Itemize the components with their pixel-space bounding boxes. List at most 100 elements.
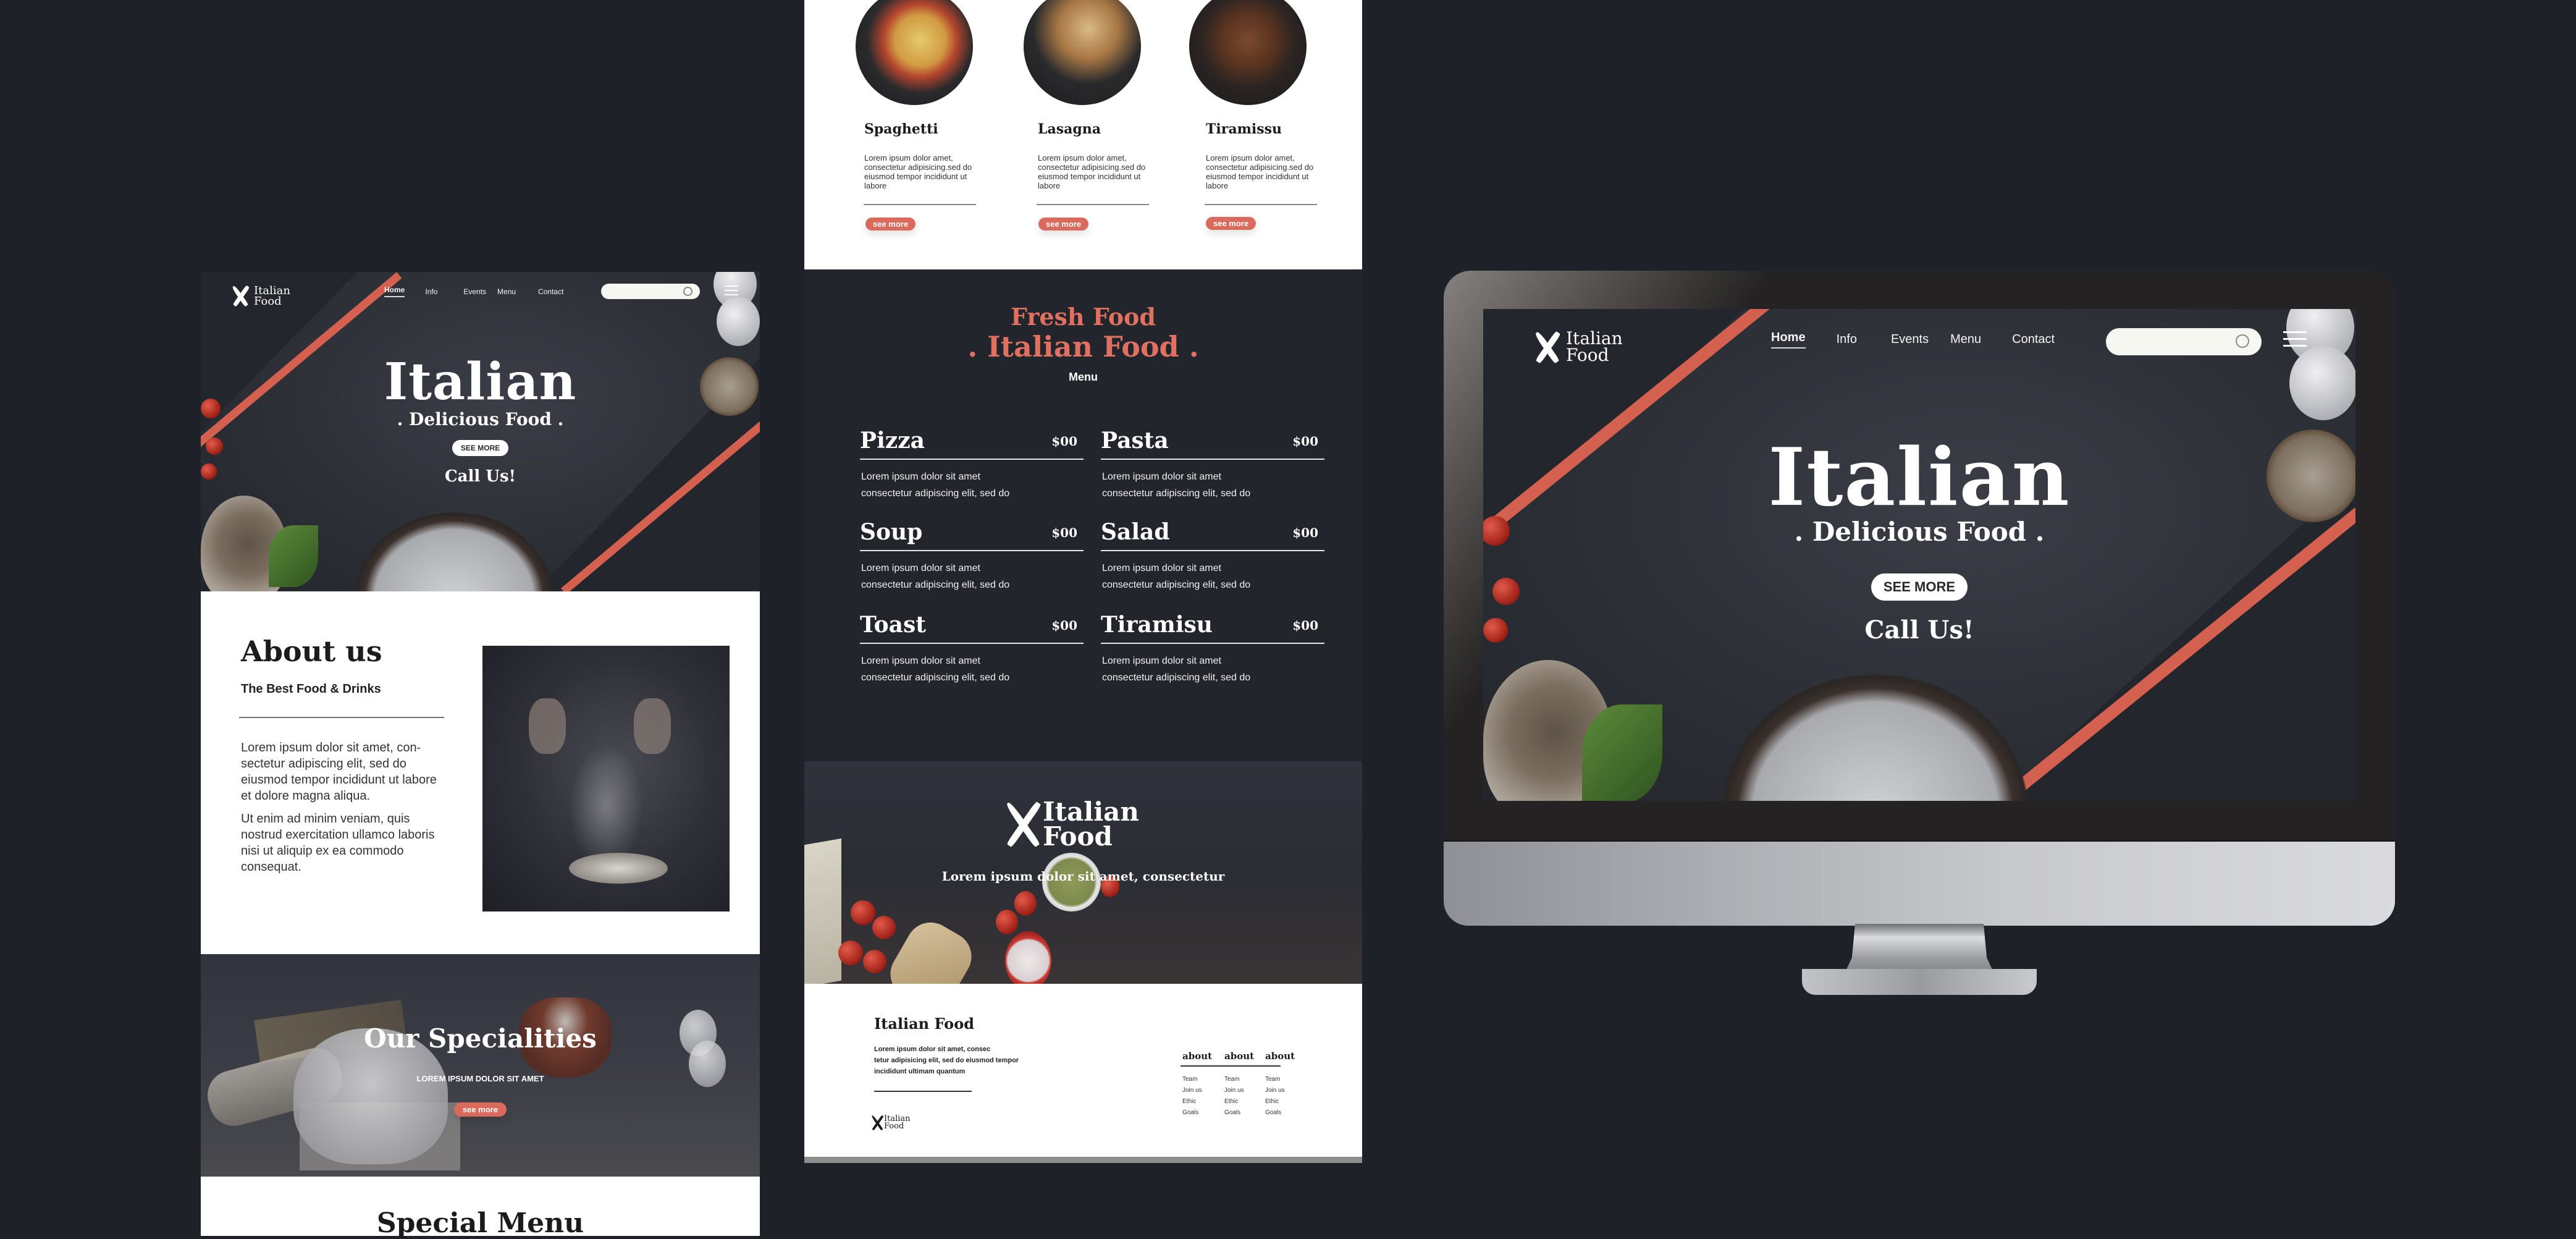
call-us-link[interactable]: Call Us! [201,467,760,486]
bread-image [881,913,981,984]
footer-link-ethic[interactable]: Ethic [1224,1096,1268,1107]
desc-line: Lorem ipsum dolor sit amet [861,471,980,482]
knife-fork-icon [1531,329,1564,365]
specialities-title: Our Specialities [364,1023,597,1054]
nav-item-menu[interactable]: Menu [1950,332,1981,347]
footer-link-join-us[interactable]: Join us [1265,1085,1308,1096]
footer-link-goals[interactable]: Goals [1224,1107,1268,1118]
menu-item-desc: Lorem ipsum dolor sit amet consectetur ad… [861,468,1009,502]
nav-item-info[interactable]: Info [425,287,437,296]
hamburger-menu-icon[interactable] [725,285,738,295]
dishes-section: Spaghetti Lasagna Tiramissu Lorem ipsum … [804,0,1362,269]
nav-item-contact[interactable]: Contact [2012,332,2055,347]
desc-line: Lorem ipsum dolor sit amet [1102,656,1221,666]
footer-link-team[interactable]: Team [1224,1074,1268,1085]
specialities-see-more-button[interactable]: see more [453,1102,507,1117]
tiramissu-image [1189,0,1307,105]
footer-logo[interactable]: Italian Food [871,1114,911,1131]
footer-link-join-us[interactable]: Join us [1182,1085,1226,1096]
footer-link-ethic[interactable]: Ethic [1182,1096,1226,1107]
dish-description: Lorem ipsum dolor amet, consectetur adip… [1038,153,1146,190]
nav-item-home[interactable]: Home [1771,331,1806,349]
footer-link-ethic[interactable]: Ethic [1265,1096,1308,1107]
menu-item-price: $00 [1292,525,1318,540]
main-nav: Home Info Events Menu Contact [1771,331,2055,349]
hero-section: Italian Food Home Info Events Menu Conta… [201,272,760,591]
dish-see-more-button[interactable]: see more [1206,217,1256,230]
monitor-stand-base [1802,969,2037,995]
footer-text: Lorem ipsum dolor sit amet, consec tetur… [874,1044,1019,1077]
page-bottom-bar [804,1157,1362,1163]
menu-item-name: Salad [1101,519,1170,545]
footer-text-line: incididunt ultimam quantum [874,1068,966,1075]
egg-image [2289,346,2355,420]
footer-link-goals[interactable]: Goals [1265,1107,1308,1118]
search-input[interactable] [601,284,700,299]
see-more-button[interactable]: SEE MORE [452,440,509,456]
desc-line: consectetur adipiscing elit, sed do [1102,672,1251,683]
special-menu-section: Special Menu [201,1177,760,1239]
specialities-cta-wrap: see more [201,1102,760,1117]
desc-line: consectetur adipiscing elit, sed do [861,580,1010,590]
menu-item-desc: Lorem ipsum dolor sit amet consectetur ad… [1102,653,1250,686]
knife-fork-icon [1004,798,1042,850]
footer-divider [874,1091,972,1092]
banner-tagline: Lorem ipsum dolor sit amet, consectetur [941,869,1225,884]
tomato-image [872,916,896,939]
nav-item-events[interactable]: Events [1891,332,1929,347]
desc-line: Lorem ipsum dolor sit amet [1102,563,1221,573]
about-paragraph-2: Ut enim ad minim veniam, quis nostrud ex… [241,812,435,874]
desc-line: Lorem ipsum dolor sit amet [861,656,980,666]
dish-title: Tiramissu [1206,121,1282,137]
footer-link-join-us[interactable]: Join us [1224,1085,1268,1096]
nav-item-contact[interactable]: Contact [538,287,563,296]
dish-see-more-button[interactable]: see more [865,218,916,230]
hamburger-menu-icon[interactable] [2283,331,2307,347]
knife-fork-icon [230,284,251,308]
menu-item-price: $00 [1051,434,1077,449]
left-page-mockup: Italian Food Home Info Events Menu Conta… [201,272,760,1239]
search-icon[interactable] [683,287,692,296]
logo-line-2: Food [1043,821,1113,852]
banner-logo: Italian Food [1004,798,1139,852]
menu-item-desc: Lorem ipsum dolor sit amet consectetur ad… [861,560,1009,593]
footer-column-heading: about [1265,1051,1295,1062]
menu-item-name: Pizza [860,428,925,454]
search-input[interactable] [2106,328,2262,355]
menu-item-divider [1101,459,1324,460]
dish-description: Lorem ipsum dolor amet, consectetur adip… [1206,153,1314,190]
dish-see-more-button[interactable]: see more [1038,218,1089,230]
lasagna-image [1024,0,1141,105]
nav-item-events[interactable]: Events [463,287,486,296]
footer-link-goals[interactable]: Goals [1182,1107,1226,1118]
nav-item-info[interactable]: Info [1837,332,1857,347]
menu-item-divider [860,550,1084,551]
brand-logo[interactable]: Italian Food [1531,329,1623,365]
logo-line-2: Food [884,1122,904,1131]
search-icon[interactable] [2236,334,2249,348]
middle-page-mockup: Spaghetti Lasagna Tiramissu Lorem ipsum … [804,0,1362,1163]
nav-item-menu[interactable]: Menu [497,287,516,296]
footer-link-team[interactable]: Team [1265,1074,1308,1085]
dish-title: Lasagna [1038,121,1101,137]
footer-column-heading: about [1224,1051,1255,1062]
footer-link-team[interactable]: Team [1182,1074,1226,1085]
nav-item-home[interactable]: Home [384,285,405,297]
dish-divider [1205,204,1317,205]
footer-section: Italian Food Lorem ipsum dolor sit amet,… [804,984,1362,1157]
menu-item-name: Tiramisu [1101,612,1213,638]
menu-item-price: $00 [1292,618,1318,633]
brand-logo[interactable]: Italian Food [230,284,290,308]
menu-item-name: Pasta [1101,428,1169,454]
tomato-image [863,950,886,973]
flour-bowl-image [1718,670,2033,801]
desc-line: consectetur adipiscing elit, sed do [861,488,1010,499]
call-us-link[interactable]: Call Us! [1483,615,2355,645]
menu-label: Menu [1069,371,1098,383]
specialities-subtitle: LOREM IPSUM DOLOR SIT AMET [416,1074,544,1083]
footer-text-line: Lorem ipsum dolor sit amet, consec [874,1046,991,1053]
brand-banner-section: Italian Food Lorem ipsum dolor sit amet,… [804,761,1362,984]
about-subtitle: The Best Food & Drinks [241,682,381,696]
see-more-button[interactable]: SEE MORE [1871,573,1968,601]
hero-subtitle: . Delicious Food . [397,409,564,429]
